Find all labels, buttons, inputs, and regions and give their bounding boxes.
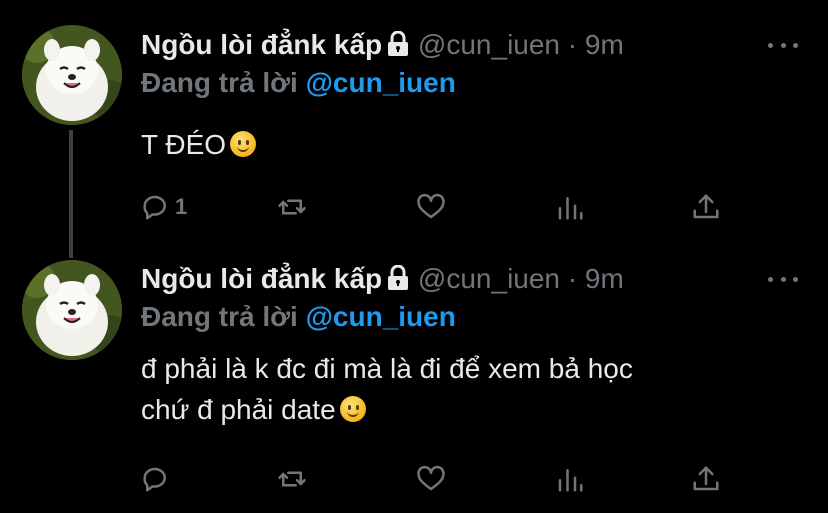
retweet-button[interactable] [277,190,311,224]
avatar-image [22,25,122,125]
avatar-image [22,260,122,360]
share-icon [693,466,719,491]
display-name[interactable]: Ngồu lòi đẳnk kấp [141,263,382,294]
replying-to: Đang trả lời @cun_iuen [141,66,456,100]
more-icon[interactable] [768,269,798,289]
tweet-text-line-2-wrap: chứ đ phải date [141,389,801,430]
reply-icon [143,467,166,492]
handle[interactable]: @cun_iuen [418,263,560,294]
analytics-icon [558,469,583,492]
tweet-actions: 1 [141,190,741,224]
retweet-icon [278,471,306,487]
slightly-smiling-face-icon [339,396,366,422]
timestamp[interactable]: 9m [585,263,624,294]
tweet-text-content: T ĐÉO [141,129,227,160]
tweet-text: T ĐÉO [141,124,801,165]
share-button[interactable] [691,190,721,224]
tweet-text: đ phải là k đc đi mà là đi để xem bả học… [141,348,801,430]
views-button[interactable] [555,462,585,496]
timestamp[interactable]: 9m [585,29,624,60]
tweet-text-line-1: đ phải là k đc đi mà là đi để xem bả học [141,353,633,384]
lock-icon [386,30,410,66]
tweet-2[interactable]: Ngồu lòi đẳnk kấp @cun_iuen · 9m Đang tr… [0,240,828,513]
display-name[interactable]: Ngồu lòi đẳnk kấp [141,29,382,60]
heart-icon [417,193,445,219]
reply-mention-link[interactable]: @cun_iuen [306,301,456,332]
like-button[interactable] [416,190,450,224]
like-button[interactable] [416,462,450,496]
tweet-header: Ngồu lòi đẳnk kấp @cun_iuen · 9m [141,261,624,300]
reply-count: 1 [175,194,188,219]
replying-to-label: Đang trả lời [141,67,298,98]
heart-icon [417,465,445,491]
thread-line [69,130,73,258]
more-icon[interactable] [768,35,798,55]
views-button[interactable] [555,190,585,224]
lock-icon [386,264,410,300]
tweet-text-line-2: chứ đ phải date [141,394,336,425]
tweet-header: Ngồu lòi đẳnk kấp @cun_iuen · 9m [141,27,624,66]
replying-to: Đang trả lời @cun_iuen [141,300,456,334]
reply-icon [143,195,166,220]
separator: · [567,29,578,60]
retweet-button[interactable] [277,462,311,496]
slightly-smiling-face-icon [230,131,257,157]
tweet-actions [141,462,741,496]
avatar[interactable] [22,25,122,125]
share-button[interactable] [691,462,721,496]
analytics-icon [558,197,583,220]
share-icon [693,194,719,219]
tweet-1[interactable]: Ngồu lòi đẳnk kấp @cun_iuen · 9m Đang tr… [0,0,828,258]
handle[interactable]: @cun_iuen [418,29,560,60]
separator: · [567,263,578,294]
reply-button[interactable]: 1 [141,190,187,224]
reply-button[interactable] [141,462,175,496]
retweet-icon [278,199,306,215]
avatar[interactable] [22,260,122,360]
reply-mention-link[interactable]: @cun_iuen [306,67,456,98]
replying-to-label: Đang trả lời [141,301,298,332]
